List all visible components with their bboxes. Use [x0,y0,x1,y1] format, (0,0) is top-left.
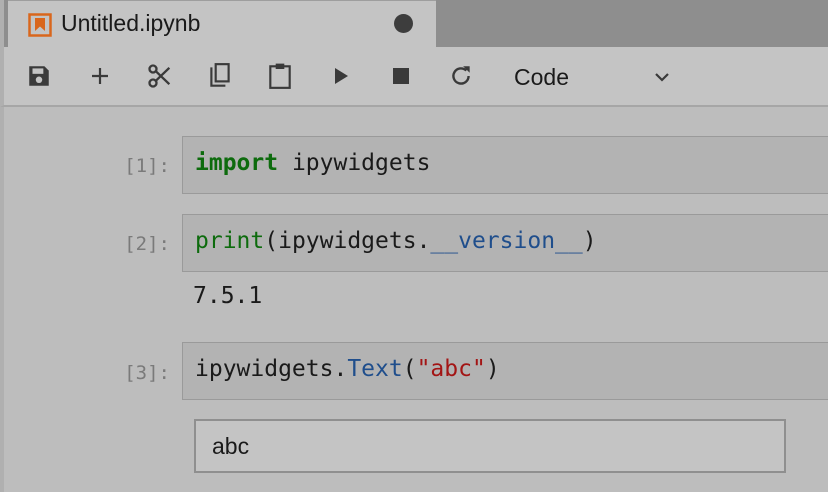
cut-button[interactable] [145,61,175,91]
notebook-toolbar: Code [0,47,828,107]
code-line: print(ipywidgets.__version__) [195,228,597,254]
save-button[interactable] [24,61,54,91]
code-line: import ipywidgets [195,150,431,176]
copy-icon [207,62,233,90]
stop-button[interactable] [386,61,416,91]
restart-icon [448,63,474,89]
notebook-tab[interactable]: Untitled.ipynb [8,0,436,47]
text-widget-input[interactable]: abc [194,419,786,473]
paste-icon [267,62,293,90]
run-icon [331,66,351,86]
code-cell-input[interactable]: print(ipywidgets.__version__) [182,214,828,272]
cell-output: 7.5.1 [193,283,263,309]
cell-prompt: [2]: [124,233,170,255]
add-icon [88,64,112,88]
cell-prompt: [3]: [124,362,170,384]
stop-icon [392,67,410,85]
cell-prompt: [1]: [124,155,170,177]
paste-button[interactable] [265,61,295,91]
code-cell-input[interactable]: ipywidgets.Text("abc") [182,342,828,400]
restart-button[interactable] [446,61,476,91]
code-cell-input[interactable]: import ipywidgets [182,136,828,194]
chevron-down-icon [652,67,672,92]
code-line: ipywidgets.Text("abc") [195,356,500,382]
cell-type-select[interactable]: Code [500,57,680,97]
copy-button[interactable] [205,61,235,91]
add-cell-button[interactable] [85,61,115,91]
run-button[interactable] [326,61,356,91]
tab-bar: Untitled.ipynb [0,0,828,47]
save-icon [26,63,52,89]
cell-type-label: Code [514,63,569,90]
notebook-icon [28,13,52,37]
notebook-panel: [1]: import ipywidgets [2]: print(ipywid… [0,107,828,492]
unsaved-dot-icon[interactable] [394,14,413,33]
tab-title: Untitled.ipynb [61,10,201,36]
cut-icon [146,62,174,90]
